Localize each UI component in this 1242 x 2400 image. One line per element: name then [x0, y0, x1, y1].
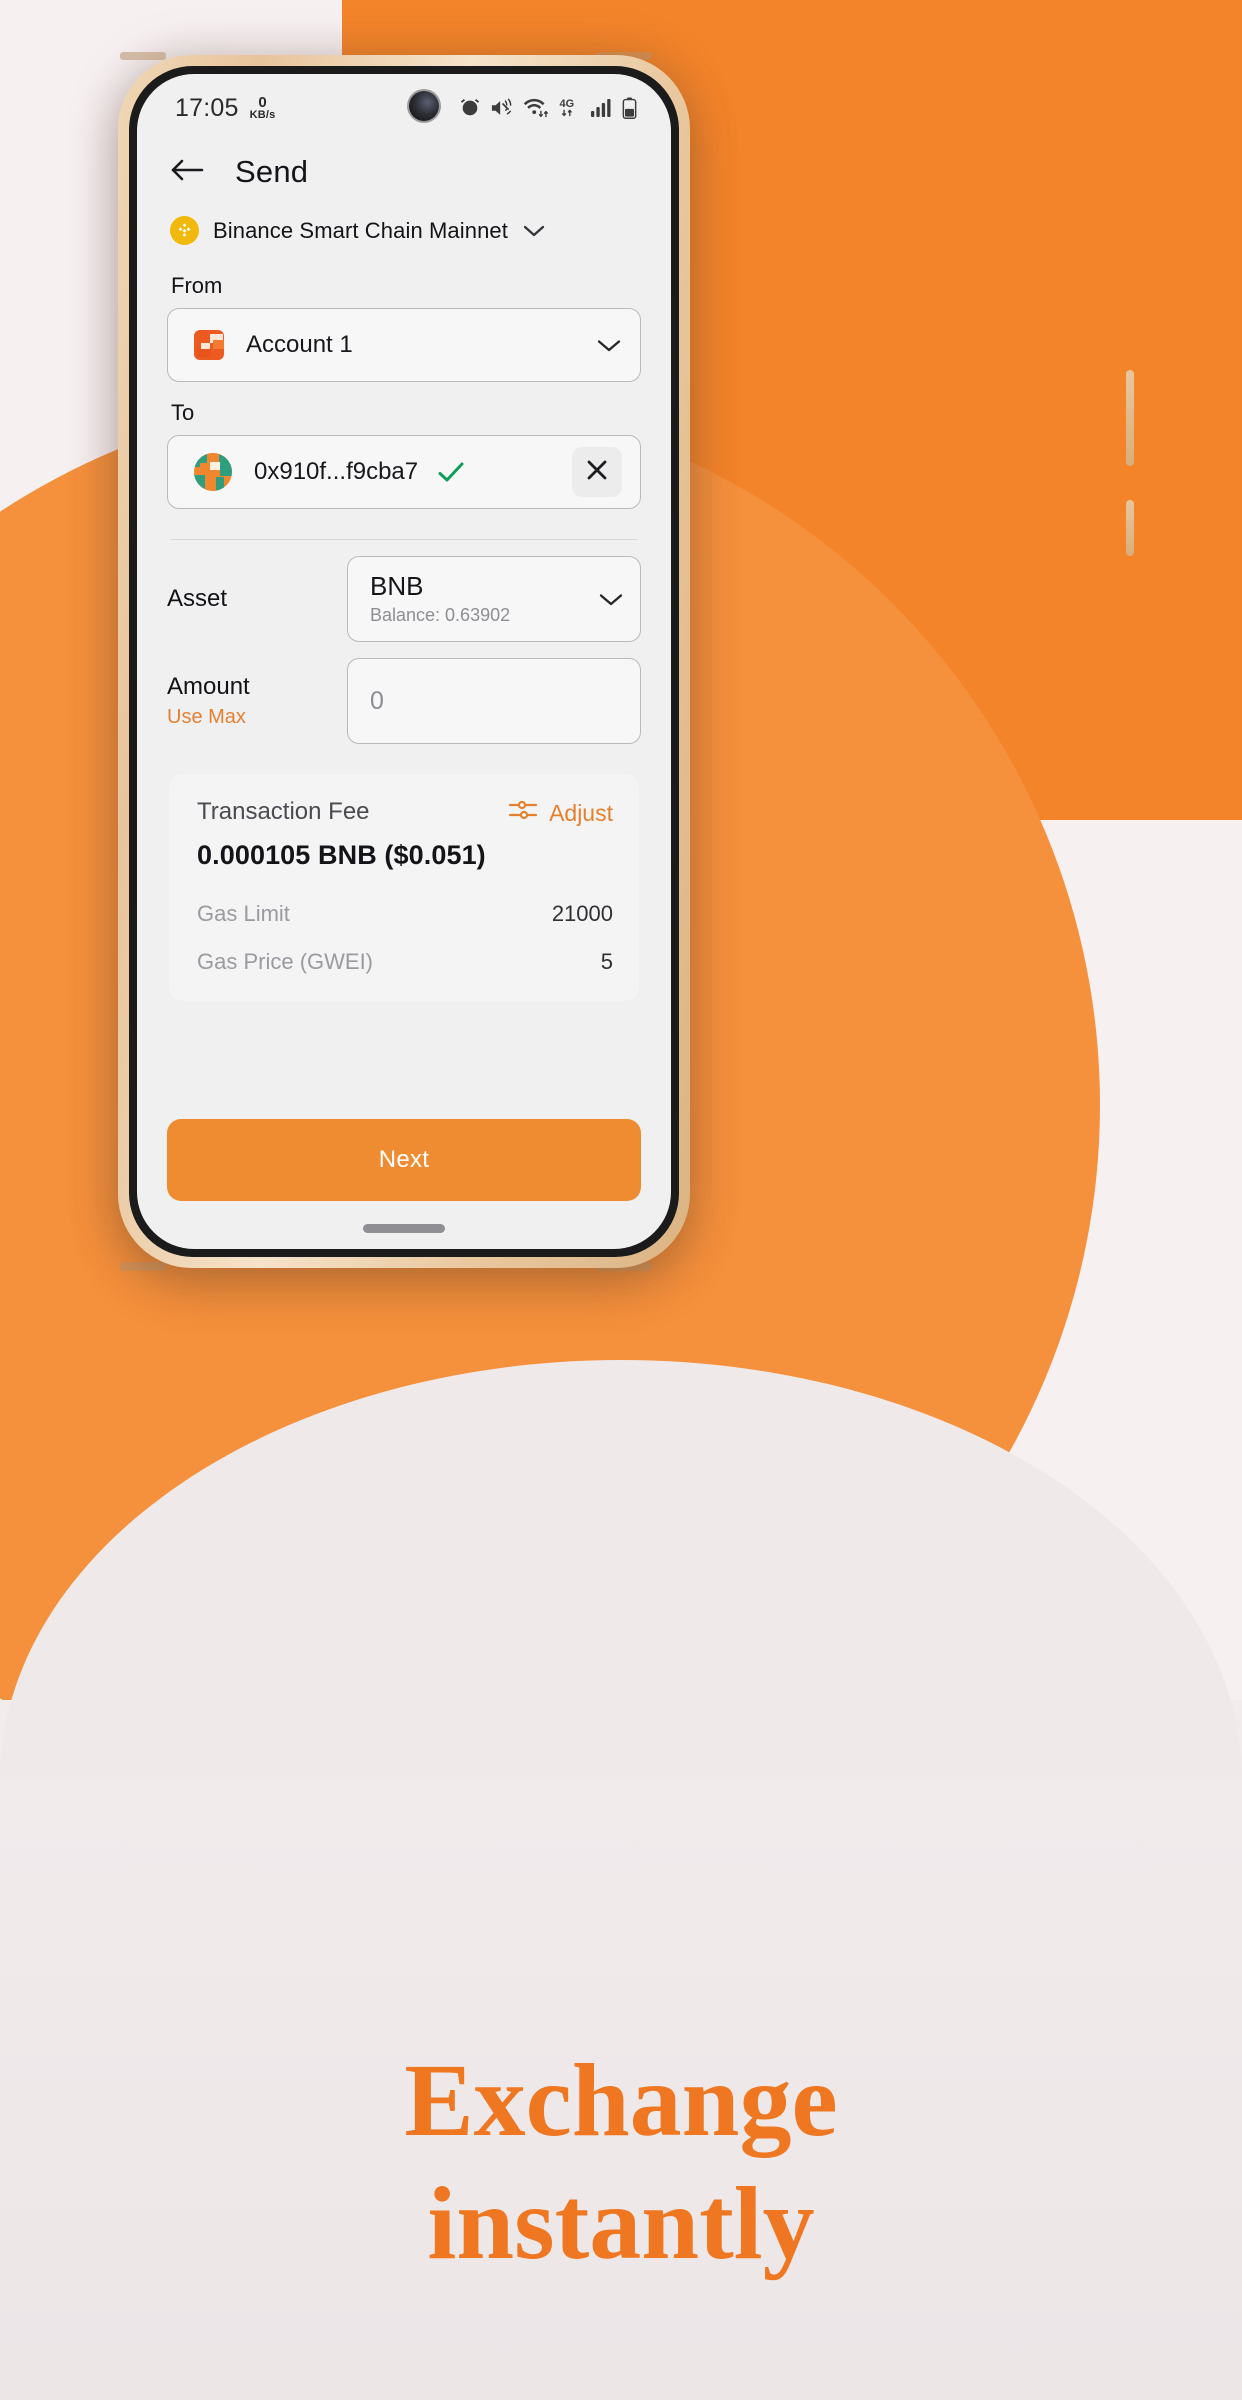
next-button-label: Next	[378, 1146, 430, 1173]
sliders-icon	[508, 798, 538, 828]
check-icon	[436, 460, 466, 484]
binance-coin-icon	[170, 216, 199, 245]
arrow-left-icon	[170, 157, 204, 188]
asset-row: Asset BNB Balance: 0.63902	[167, 556, 641, 642]
from-label: From	[171, 273, 223, 298]
transaction-fee-card: Transaction Fee Adjust 0.000105 BNB ($0.…	[169, 774, 639, 1001]
transaction-fee-amount: 0.000105 BNB ($0.051)	[197, 840, 486, 870]
from-account-name: Account 1	[246, 331, 353, 358]
back-button[interactable]	[167, 152, 207, 192]
phone-frame: 17:05 0 KB/s 4G Send Binance Smart Chain…	[118, 55, 690, 1268]
use-max-button[interactable]: Use Max	[167, 706, 347, 729]
wifi-icon	[523, 97, 550, 119]
amount-input-wrapper[interactable]: 0	[347, 658, 641, 744]
network-speed-unit: KB/s	[249, 109, 276, 121]
status-bar-network-speed: 0 KB/s	[250, 95, 276, 121]
network-speed-value: 0	[258, 94, 267, 111]
send-form: From Account 1 To 0x910f...f9cba7 Asset …	[137, 273, 671, 1001]
from-account-selector[interactable]: Account 1	[167, 308, 641, 382]
app-header: Send	[137, 136, 671, 200]
chevron-down-icon	[596, 337, 622, 354]
next-button[interactable]: Next	[167, 1119, 641, 1201]
home-indicator[interactable]	[363, 1224, 445, 1233]
chevron-down-icon	[598, 591, 624, 608]
marketing-tagline: Exchange instantly	[0, 2040, 1242, 2285]
section-divider	[171, 539, 637, 540]
to-address-field[interactable]: 0x910f...f9cba7	[167, 435, 641, 509]
mute-vibrate-icon	[490, 97, 514, 119]
adjust-fee-label: Adjust	[549, 799, 613, 826]
adjust-fee-button[interactable]: Adjust	[508, 798, 613, 828]
primary-action-bar: Next	[137, 1119, 671, 1201]
phone-volume-button	[1126, 370, 1134, 466]
phone-bezel: 17:05 0 KB/s 4G Send Binance Smart Chain…	[129, 66, 679, 1257]
amount-row: Amount Use Max 0	[167, 658, 641, 744]
asset-label: Asset	[167, 585, 228, 612]
gas-limit-value: 21000	[551, 901, 613, 926]
amount-input[interactable]: 0	[370, 687, 384, 716]
status-bar: 17:05 0 KB/s 4G	[137, 74, 671, 136]
phone-antenna-band-top-left	[120, 52, 166, 60]
gas-price-value: 5	[600, 949, 613, 974]
recipient-jazzicon	[194, 453, 232, 491]
alarm-icon	[459, 97, 481, 119]
to-address-value: 0x910f...f9cba7	[254, 458, 419, 485]
mobile-data-4g-icon: 4G	[559, 97, 582, 119]
signal-bars-icon	[591, 98, 613, 118]
fee-card-header: Transaction Fee Adjust	[197, 798, 613, 828]
gas-limit-row: Gas Limit 21000	[197, 901, 613, 927]
asset-symbol: BNB	[370, 570, 424, 601]
network-type-label: 4G	[560, 98, 575, 110]
phone-screen: 17:05 0 KB/s 4G Send Binance Smart Chain…	[137, 74, 671, 1249]
asset-balance: Balance: 0.63902	[370, 605, 511, 626]
network-name: Binance Smart Chain Mainnet	[213, 217, 508, 243]
gas-price-label: Gas Price (GWEI)	[197, 949, 374, 974]
network-selector[interactable]: Binance Smart Chain Mainnet	[137, 200, 671, 255]
account-identicon	[194, 330, 224, 360]
chevron-down-icon	[522, 223, 546, 239]
amount-label-group: Amount Use Max	[167, 673, 347, 729]
battery-icon	[622, 97, 637, 119]
asset-label-group: Asset	[167, 585, 347, 613]
amount-label: Amount	[167, 673, 250, 700]
gas-limit-label: Gas Limit	[197, 901, 290, 926]
phone-power-button	[1126, 500, 1134, 556]
clear-address-button[interactable]	[572, 447, 622, 497]
status-bar-icons: 4G	[459, 97, 637, 119]
page-title: Send	[235, 154, 309, 189]
to-label: To	[171, 400, 195, 425]
status-bar-clock: 17:05	[175, 93, 239, 122]
phone-antenna-band-bottom-left	[120, 1262, 166, 1271]
tagline-line-1: Exchange	[404, 2043, 838, 2158]
asset-selector[interactable]: BNB Balance: 0.63902	[347, 556, 641, 642]
close-icon	[585, 458, 609, 487]
gas-price-row: Gas Price (GWEI) 5	[197, 949, 613, 975]
front-camera-icon	[409, 91, 439, 121]
transaction-fee-title: Transaction Fee	[197, 798, 370, 825]
tagline-line-2: instantly	[427, 2165, 815, 2281]
